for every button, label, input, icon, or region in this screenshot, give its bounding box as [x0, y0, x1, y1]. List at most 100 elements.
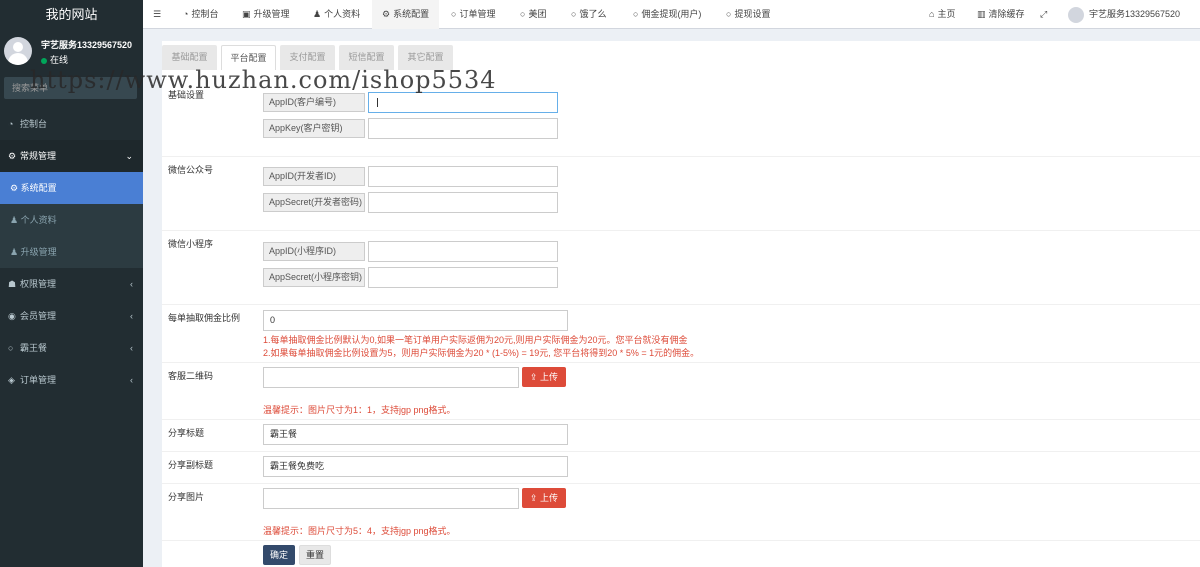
- group-icon: ☗: [8, 279, 17, 289]
- circle-icon: ○: [571, 9, 577, 19]
- sidebar-item-bawangcan[interactable]: ○ 霸王餐 ‹: [0, 332, 143, 364]
- sidebar-item-permission[interactable]: ☗ 权限管理 ‹: [0, 268, 143, 300]
- reset-button[interactable]: 重置: [299, 545, 331, 565]
- divider: [162, 451, 1200, 452]
- commission-hint-1: 1.每单抽取佣金比例默认为0,如果一笔订单用户实际返佣为20元,则用户实际佣金为…: [263, 335, 688, 345]
- sidebar-nav: ◔ 控制台 ⚙ 常规管理 ⌄ ⚙ 系统配置 ♟ 个人资料 ♟ 升级管理 ☗ 权限管理 ‹ …: [0, 108, 143, 396]
- mini-appsecret-addon: AppSecret(小程序密钥): [263, 268, 365, 287]
- divider: [162, 304, 1200, 305]
- tab-profile[interactable]: ♟ 个人资料: [313, 0, 360, 29]
- share-image-upload-button[interactable]: ⇪ 上传: [522, 488, 566, 508]
- upload-icon: ⇪: [529, 493, 541, 503]
- home-link[interactable]: ⌂ 主页: [929, 0, 955, 29]
- user-panel: 宇艺服务13329567520 在线: [0, 29, 143, 71]
- watermark: https://www.huzhan.com/ishop5534: [30, 66, 497, 94]
- upload-icon: ⇪: [529, 372, 541, 382]
- mini-appid-input[interactable]: [368, 241, 558, 262]
- trash-icon: ▥: [977, 9, 986, 19]
- tab-upgrade[interactable]: ▣ 升级管理: [242, 0, 290, 29]
- sidebar-item-dashboard[interactable]: ◔ 控制台: [0, 108, 143, 140]
- chevron-left-icon: ‹: [130, 375, 133, 385]
- briefcase-icon: ▣: [242, 9, 251, 19]
- clear-cache-button[interactable]: ▥ 清除缓存: [977, 0, 1025, 29]
- share-subtitle-label: 分享副标题: [168, 460, 214, 470]
- top-navbar: ☰ ◔ 控制台 ▣ 升级管理 ♟ 个人资料 ⚙ 系统配置 ○ 订单管理 ○ 美团 ○ 饿了么 …: [143, 0, 1200, 29]
- tab-withdraw-settings[interactable]: ○ 提现设置: [726, 0, 770, 29]
- share-title-input[interactable]: 霸王餐: [263, 424, 568, 445]
- gear-icon: ⚙: [382, 9, 391, 19]
- qrcode-hint: 温馨提示：图片尺寸为1：1，支持jgp png格式。: [263, 405, 456, 415]
- mini-appsecret-input[interactable]: [368, 267, 558, 288]
- divider: [162, 156, 1200, 157]
- circle-icon: ○: [726, 9, 732, 19]
- commission-input[interactable]: 0: [263, 310, 568, 331]
- share-subtitle-input[interactable]: 霸王餐免费吃: [263, 456, 568, 477]
- home-icon: ⌂: [929, 9, 935, 19]
- sidebar-item-system-config[interactable]: ⚙ 系统配置: [0, 172, 143, 204]
- online-dot-icon: [41, 57, 47, 64]
- sidebar-item-profile[interactable]: ♟ 个人资料: [0, 204, 143, 236]
- commission-hint-2: 2.如果每单抽取佣金比例设置为5，则用户实际佣金为20 * (1-5%) = 1…: [263, 348, 700, 358]
- divider: [162, 362, 1200, 363]
- sidebar-item-upgrade[interactable]: ♟ 升级管理: [0, 236, 143, 268]
- appid-addon: AppID(客户编号): [263, 93, 365, 112]
- gear-icon: ⚙: [10, 183, 21, 193]
- user-icon: ♟: [313, 9, 322, 19]
- mp-appid-addon: AppID(开发者ID): [263, 167, 365, 186]
- qrcode-input[interactable]: [263, 367, 519, 388]
- site-logo[interactable]: 我的网站: [0, 0, 143, 29]
- avatar: [4, 37, 32, 65]
- tab-orders[interactable]: ○ 订单管理: [451, 0, 495, 29]
- appid-input[interactable]: [368, 92, 558, 113]
- circle-icon: ○: [633, 9, 639, 19]
- chevron-left-icon: ‹: [130, 343, 133, 353]
- chevron-left-icon: ‹: [130, 311, 133, 321]
- wechat-mp-label: 微信公众号: [168, 165, 214, 175]
- divider: [162, 483, 1200, 484]
- divider: [162, 540, 1200, 541]
- tab-dashboard[interactable]: ◔ 控制台: [183, 0, 218, 29]
- user-status: 在线: [41, 53, 68, 66]
- dashboard-icon: ◔: [8, 119, 14, 129]
- tab-eleme[interactable]: ○ 饿了么: [571, 0, 606, 29]
- circle-icon: ○: [8, 343, 14, 353]
- user-icon: ♟: [10, 215, 21, 225]
- user-name: 宇艺服务13329567520: [41, 40, 133, 50]
- mp-appsecret-input[interactable]: [368, 192, 558, 213]
- share-title-label: 分享标题: [168, 428, 205, 438]
- tab-meituan[interactable]: ○ 美团: [520, 0, 546, 29]
- tab-system-config[interactable]: ⚙ 系统配置: [372, 0, 440, 29]
- chevron-left-icon: ‹: [130, 279, 133, 289]
- share-image-hint: 温馨提示：图片尺寸为5：4，支持jgp png格式。: [263, 526, 456, 536]
- qrcode-upload-button[interactable]: ⇪ 上传: [522, 367, 566, 387]
- fullscreen-icon[interactable]: ⤢: [1040, 0, 1047, 29]
- divider: [162, 419, 1200, 420]
- divider: [162, 230, 1200, 231]
- tab-commission-withdraw[interactable]: ○ 佣金提现(用户): [633, 0, 701, 29]
- appkey-input[interactable]: [368, 118, 558, 139]
- user-circle-icon: ◉: [8, 311, 16, 321]
- menu-toggle-icon[interactable]: ☰: [153, 0, 161, 29]
- user-menu[interactable]: 宇艺服务13329567520: [1068, 0, 1180, 29]
- sidebar-item-member[interactable]: ◉ 会员管理 ‹: [0, 300, 143, 332]
- dashboard-icon: ◔: [183, 9, 189, 19]
- mp-appid-input[interactable]: [368, 166, 558, 187]
- commission-label: 每单抽取佣金比例: [168, 313, 241, 323]
- share-image-label: 分享图片: [168, 492, 205, 502]
- user-icon: ♟: [10, 247, 21, 257]
- mp-appsecret-addon: AppSecret(开发者密码): [263, 193, 365, 212]
- appkey-addon: AppKey(客户密钥): [263, 119, 365, 138]
- sidebar-item-general[interactable]: ⚙ 常规管理 ⌄: [0, 140, 143, 172]
- mini-appid-addon: AppID(小程序ID): [263, 242, 365, 261]
- circle-icon: ○: [520, 9, 526, 19]
- circle-icon: ○: [451, 9, 457, 19]
- cube-icon: ◈: [8, 375, 15, 385]
- sidebar-item-orders[interactable]: ◈ 订单管理 ‹: [0, 364, 143, 396]
- confirm-button[interactable]: 确定: [263, 545, 295, 565]
- avatar: [1068, 6, 1084, 23]
- share-image-input[interactable]: [263, 488, 519, 509]
- cogs-icon: ⚙: [8, 151, 17, 161]
- qrcode-label: 客服二维码: [168, 371, 214, 381]
- wechat-mini-label: 微信小程序: [168, 239, 214, 249]
- chevron-down-icon: ⌄: [125, 151, 133, 161]
